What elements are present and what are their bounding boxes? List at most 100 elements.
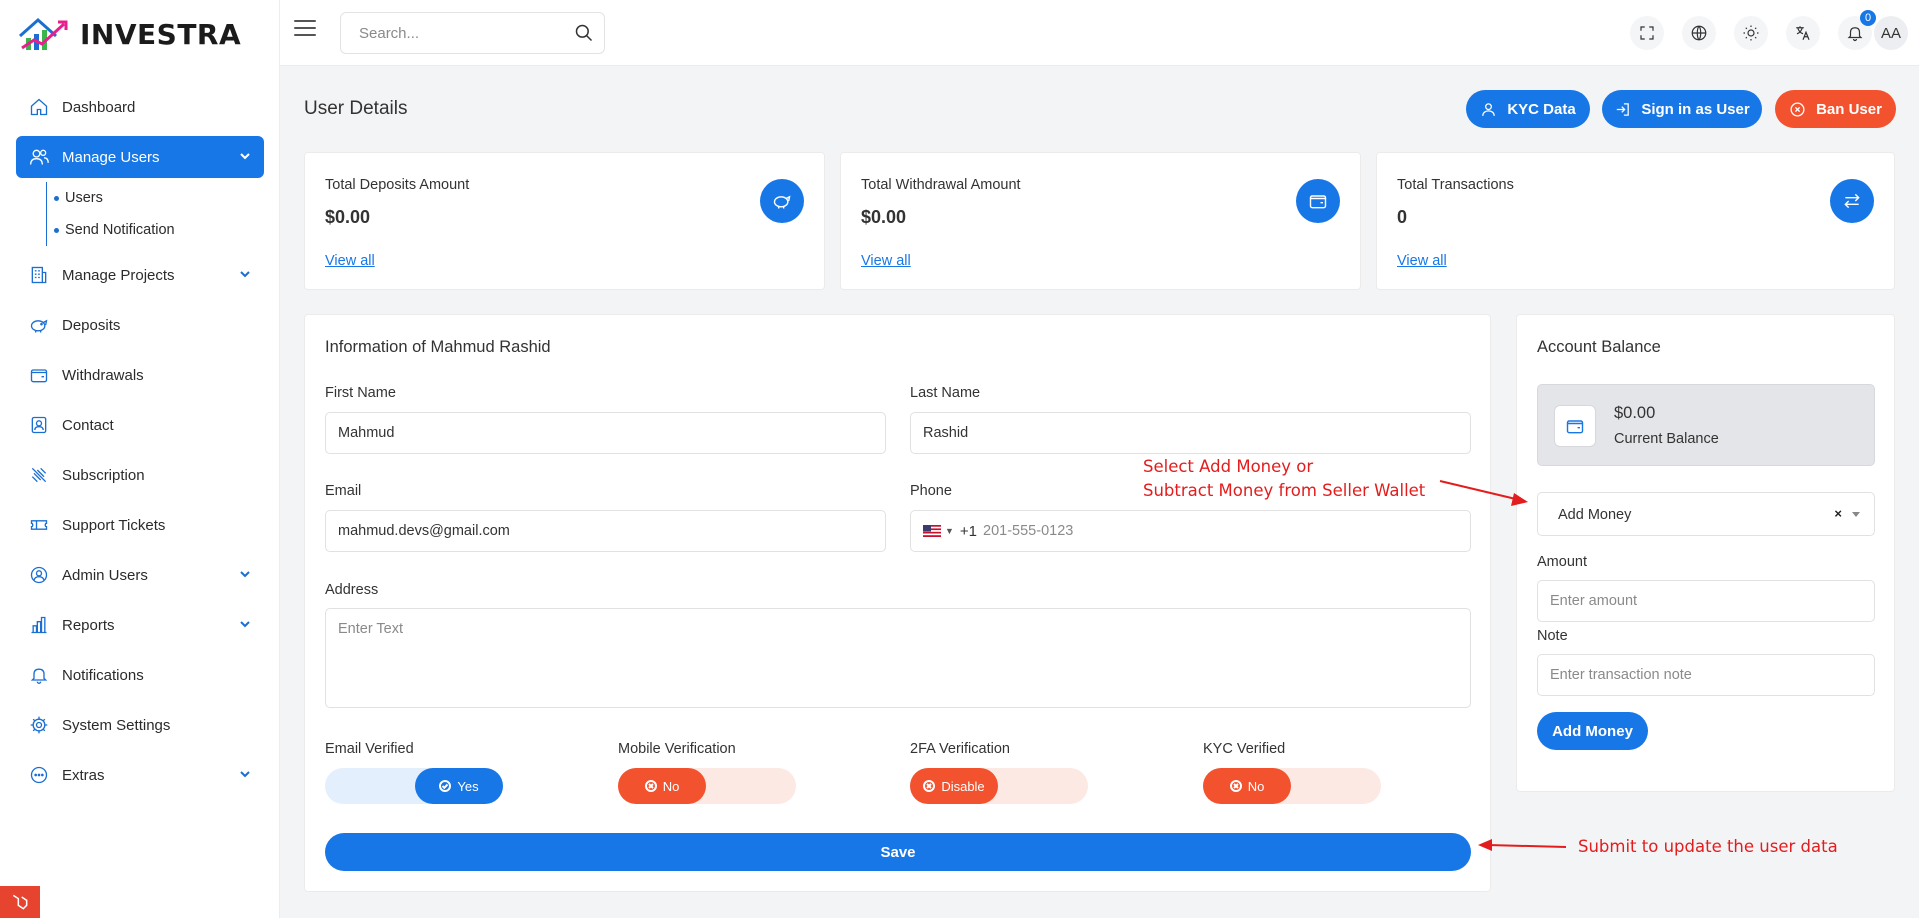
sidebar-item-support-tickets[interactable]: Support Tickets xyxy=(16,504,264,546)
sidebar-item-subscription[interactable]: Subscription xyxy=(16,454,264,496)
stat-card-deposits: Total Deposits Amount $0.00 View all xyxy=(304,152,825,290)
add-money-button[interactable]: Add Money xyxy=(1537,712,1648,750)
kyc-verified-toggle[interactable]: No xyxy=(1203,768,1381,804)
stat-value: $0.00 xyxy=(861,207,907,227)
bell-icon xyxy=(28,664,50,686)
sidebar-item-label: Support Tickets xyxy=(62,516,166,534)
sidebar-item-notifications[interactable]: Notifications xyxy=(16,654,264,696)
submenu-item-send-notification[interactable]: Send Notification xyxy=(47,214,264,246)
email-label: Email xyxy=(325,483,362,499)
ban-user-button[interactable]: Ban User xyxy=(1775,90,1896,128)
mobile-verification-label: Mobile Verification xyxy=(618,741,736,757)
laravel-debug-icon[interactable] xyxy=(0,886,40,918)
translate-icon[interactable] xyxy=(1786,16,1820,50)
2fa-verification-label: 2FA Verification xyxy=(910,741,1010,757)
view-all-link[interactable]: View all xyxy=(1397,253,1447,269)
theme-sun-icon[interactable] xyxy=(1734,16,1768,50)
sign-in-as-user-label: Sign in as User xyxy=(1641,100,1750,118)
us-flag-icon[interactable]: ▼ xyxy=(923,525,954,537)
user-icon xyxy=(1482,102,1496,116)
amount-input[interactable] xyxy=(1550,593,1874,609)
annotation-arrow-submit xyxy=(1487,844,1567,848)
toggle-state: No xyxy=(1247,778,1265,794)
2fa-verification-toggle[interactable]: Disable xyxy=(910,768,1088,804)
last-name-label: Last Name xyxy=(910,385,981,401)
stat-label: Total Deposits Amount xyxy=(325,177,470,193)
transfer-arrows-icon xyxy=(1830,179,1874,223)
phone-label: Phone xyxy=(910,483,952,499)
kyc-data-button[interactable]: KYC Data xyxy=(1466,90,1590,128)
phone-country-code: +1 xyxy=(959,522,978,540)
email-verified-toggle[interactable]: Yes xyxy=(325,768,503,804)
topbar: 0 AA xyxy=(280,0,1919,66)
sidebar-item-label: Admin Users xyxy=(62,566,148,584)
sidebar-item-label: Subscription xyxy=(62,466,145,484)
sidebar-nav: Dashboard Manage Users Users Send Notifi… xyxy=(16,86,264,804)
current-balance-box: $0.00 Current Balance xyxy=(1537,384,1875,466)
toggle-state: No xyxy=(662,778,680,794)
brand-logo[interactable]: INVESTRA xyxy=(16,12,241,56)
sidebar-item-manage-projects[interactable]: Manage Projects xyxy=(16,254,264,296)
mobile-verification-toggle[interactable]: No xyxy=(618,768,796,804)
sidebar-item-manage-users[interactable]: Manage Users xyxy=(16,136,264,178)
search-input[interactable] xyxy=(341,13,561,53)
sidebar-item-label: Deposits xyxy=(62,316,121,334)
sidebar-item-reports[interactable]: Reports xyxy=(16,604,264,646)
notification-bell-icon[interactable]: 0 xyxy=(1838,10,1876,50)
x-circle-icon xyxy=(644,780,657,792)
search-icon[interactable] xyxy=(574,23,594,43)
view-all-link[interactable]: View all xyxy=(861,253,911,269)
phone-input[interactable] xyxy=(983,523,1470,539)
x-circle-icon xyxy=(923,780,936,792)
save-button[interactable]: Save xyxy=(325,833,1471,871)
stat-value: 0 xyxy=(1397,207,1408,227)
last-name-input[interactable] xyxy=(923,425,1470,441)
email-field[interactable] xyxy=(325,510,886,552)
dropdown-caret-icon[interactable] xyxy=(1852,512,1860,517)
menu-toggle-icon[interactable] xyxy=(294,20,316,40)
last-name-field[interactable] xyxy=(910,412,1471,454)
balance-action-select[interactable]: Add Money × xyxy=(1537,492,1875,536)
sidebar-item-admin-users[interactable]: Admin Users xyxy=(16,554,264,596)
ban-user-label: Ban User xyxy=(1816,100,1882,118)
first-name-input[interactable] xyxy=(338,425,885,441)
piggy-bank-icon xyxy=(760,179,804,223)
toggle-knob: No xyxy=(618,768,706,804)
address-field[interactable] xyxy=(325,608,1471,708)
x-circle-icon xyxy=(1229,780,1242,792)
address-textarea[interactable] xyxy=(338,621,1458,697)
annotation-select-line2: Subtract Money from Seller Wallet xyxy=(1143,481,1426,500)
toggle-state: Yes xyxy=(457,778,479,794)
first-name-label: First Name xyxy=(325,385,396,401)
check-circle-icon xyxy=(439,780,452,792)
fullscreen-icon[interactable] xyxy=(1630,16,1664,50)
chevron-down-icon xyxy=(238,567,252,581)
sidebar-item-deposits[interactable]: Deposits xyxy=(16,304,264,346)
clear-icon[interactable]: × xyxy=(1834,506,1842,521)
note-label: Note xyxy=(1537,628,1568,644)
globe-icon[interactable] xyxy=(1682,16,1716,50)
first-name-field[interactable] xyxy=(325,412,886,454)
email-input[interactable] xyxy=(338,523,885,539)
sidebar-item-dashboard[interactable]: Dashboard xyxy=(16,86,264,128)
submenu-item-users[interactable]: Users xyxy=(47,182,264,214)
sidebar-item-extras[interactable]: Extras xyxy=(16,754,264,796)
sidebar-item-system-settings[interactable]: System Settings xyxy=(16,704,264,746)
phone-field[interactable]: ▼ +1 xyxy=(910,510,1471,552)
note-input[interactable] xyxy=(1550,667,1874,683)
chart-icon xyxy=(28,614,50,636)
kyc-data-label: KYC Data xyxy=(1507,100,1576,118)
chevron-down-icon xyxy=(238,149,252,163)
note-field[interactable] xyxy=(1537,654,1875,696)
sidebar-item-contact[interactable]: Contact xyxy=(16,404,264,446)
contact-icon xyxy=(28,414,50,436)
amount-field[interactable] xyxy=(1537,580,1875,622)
page-title: User Details xyxy=(304,98,408,119)
sidebar-item-label: Notifications xyxy=(62,666,144,684)
toggle-knob: Yes xyxy=(415,768,503,804)
avatar[interactable]: AA xyxy=(1874,16,1908,50)
sidebar-item-withdrawals[interactable]: Withdrawals xyxy=(16,354,264,396)
view-all-link[interactable]: View all xyxy=(325,253,375,269)
toggle-state: Disable xyxy=(941,778,985,794)
sign-in-as-user-button[interactable]: Sign in as User xyxy=(1602,90,1762,128)
